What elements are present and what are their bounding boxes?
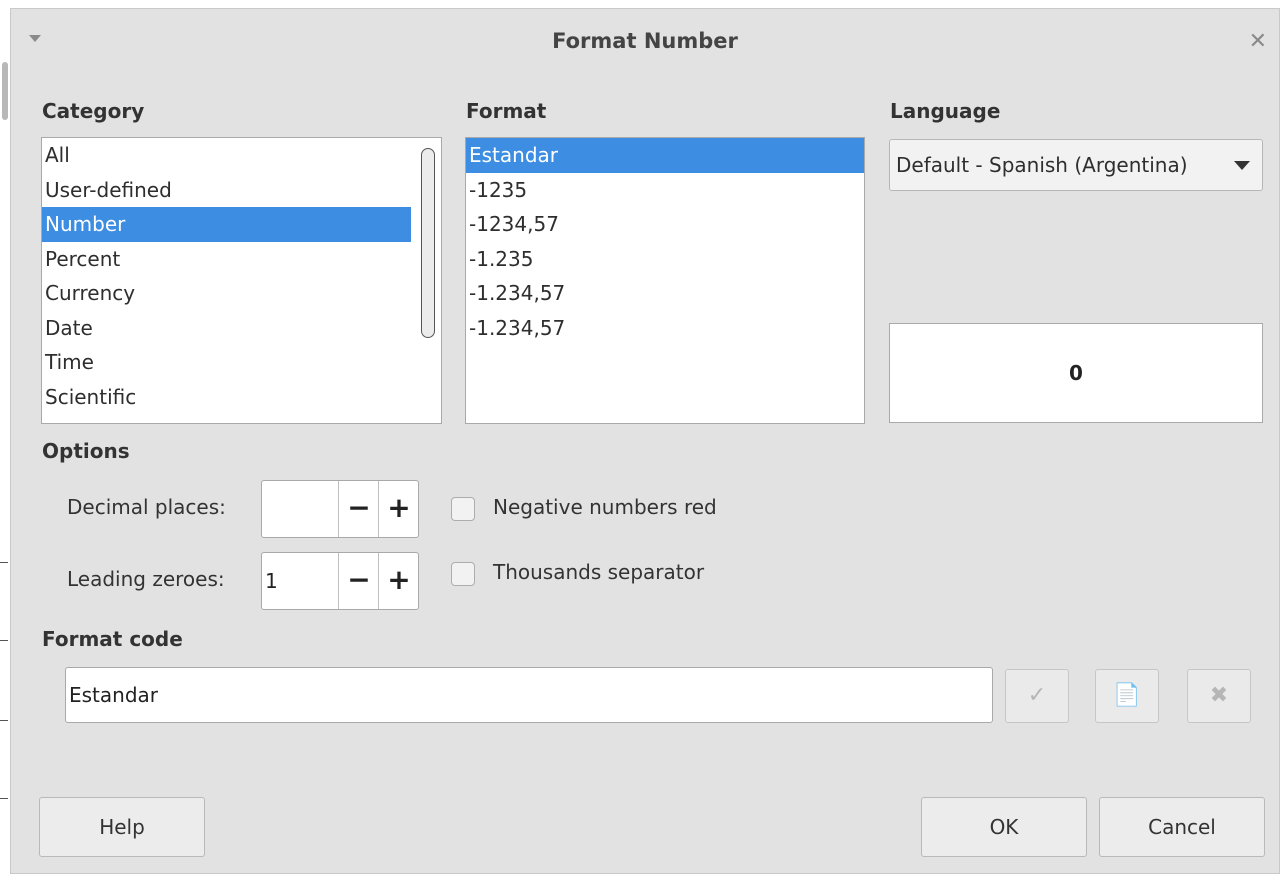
comment-icon[interactable]: 📄 (1095, 669, 1159, 723)
background-window-edge (0, 0, 10, 874)
help-button[interactable]: Help (39, 797, 205, 857)
format-code-input[interactable]: Estandar (65, 667, 993, 723)
category-scrollbar[interactable] (421, 148, 435, 338)
decimal-places-label: Decimal places: (67, 495, 226, 519)
language-select[interactable]: Default - Spanish (Argentina) (889, 139, 1263, 191)
format-list[interactable]: Estandar -1235 -1234,57 -1.235 -1.234,57… (465, 137, 865, 424)
format-label: Format (466, 99, 547, 123)
category-item-scientific[interactable]: Scientific (42, 380, 441, 415)
leading-zeroes-input[interactable]: 1 (265, 553, 335, 609)
chevron-down-icon (1234, 161, 1250, 170)
background-tick (0, 720, 8, 721)
decrement-button[interactable]: − (338, 553, 379, 609)
ok-button[interactable]: OK (921, 797, 1087, 857)
title-bar: Format Number ✕ (11, 9, 1279, 75)
category-item-number[interactable]: Number (42, 207, 411, 242)
decimal-places-input[interactable] (265, 481, 335, 537)
category-label: Category (42, 99, 145, 123)
thousands-separator-label: Thousands separator (493, 560, 705, 584)
dialog-title: Format Number (552, 29, 738, 53)
category-item-user-defined[interactable]: User-defined (42, 173, 441, 208)
background-tick (0, 562, 8, 563)
delete-icon[interactable]: ✖ (1187, 669, 1251, 723)
format-item[interactable]: -1.234,57 (466, 311, 864, 346)
close-icon[interactable]: ✕ (1249, 29, 1267, 54)
increment-button[interactable]: + (378, 553, 419, 609)
category-item-all[interactable]: All (42, 138, 441, 173)
increment-button[interactable]: + (378, 481, 419, 537)
checkbox-box[interactable] (451, 562, 475, 586)
category-item-currency[interactable]: Currency (42, 276, 441, 311)
format-item[interactable]: -1.234,57 (466, 276, 864, 311)
background-scrollbar (2, 62, 8, 120)
negative-numbers-red-label: Negative numbers red (493, 495, 717, 519)
category-item-date[interactable]: Date (42, 311, 441, 346)
background-tick (0, 640, 8, 641)
format-code-label: Format code (42, 627, 183, 651)
category-item-percent[interactable]: Percent (42, 242, 441, 277)
language-selected-value: Default - Spanish (Argentina) (896, 153, 1188, 177)
format-number-dialog: Format Number ✕ Category All User-define… (10, 8, 1280, 874)
format-item[interactable]: -1235 (466, 173, 864, 208)
cancel-button[interactable]: Cancel (1099, 797, 1265, 857)
category-list[interactable]: All User-defined Number Percent Currency… (41, 137, 442, 424)
format-item[interactable]: -1234,57 (466, 207, 864, 242)
check-icon[interactable]: ✓ (1005, 669, 1069, 723)
decimal-places-spinner: − + (261, 480, 419, 538)
format-item[interactable]: -1.235 (466, 242, 864, 277)
language-label: Language (890, 99, 1001, 123)
checkbox-box[interactable] (451, 497, 475, 521)
leading-zeroes-spinner: 1 − + (261, 552, 419, 610)
background-tick (0, 798, 8, 799)
decrement-button[interactable]: − (338, 481, 379, 537)
format-item[interactable]: Estandar (466, 138, 864, 173)
leading-zeroes-label: Leading zeroes: (67, 567, 225, 591)
format-preview: 0 (889, 323, 1263, 423)
category-item-time[interactable]: Time (42, 345, 441, 380)
options-label: Options (42, 439, 130, 463)
